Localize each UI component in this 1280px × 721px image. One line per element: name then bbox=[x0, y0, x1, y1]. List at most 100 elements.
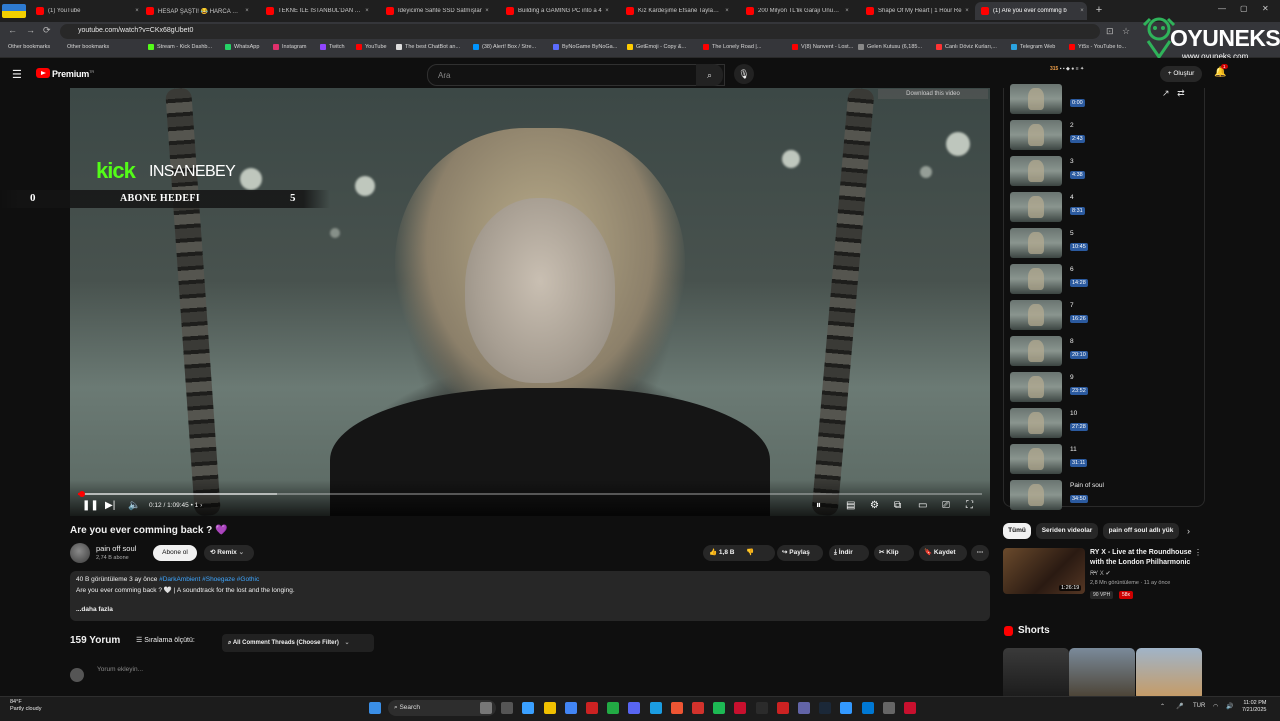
speaker-icon[interactable]: 🔊 bbox=[1226, 703, 1233, 710]
dislike-icon[interactable]: 👎 bbox=[746, 549, 754, 556]
download-button[interactable]: ⤓ İndir bbox=[829, 545, 869, 561]
playlist-item-timestamp[interactable]: 20:10 bbox=[1070, 351, 1088, 359]
taskbar-app-icon[interactable] bbox=[586, 702, 598, 714]
playlist-item[interactable]: 3 4:38 bbox=[1004, 154, 1204, 188]
browser-tab[interactable]: 200 Milyon TL'lik Garajı Unus, H × bbox=[740, 2, 852, 20]
like-count[interactable]: 1,8 B bbox=[719, 549, 735, 556]
bookmark-item[interactable]: WhatsApp bbox=[225, 44, 259, 50]
settings-gear-icon[interactable]: ⚙ bbox=[870, 500, 879, 511]
taskbar-app-icon[interactable] bbox=[882, 702, 895, 714]
wifi-icon[interactable]: ◠ bbox=[1213, 703, 1218, 710]
taskbar-app-icon[interactable] bbox=[861, 702, 874, 714]
youtube-logo-icon[interactable] bbox=[36, 68, 50, 78]
taskbar-app-icon[interactable] bbox=[607, 702, 620, 714]
volume-icon[interactable]: 🔈 bbox=[128, 500, 140, 511]
chip-channel[interactable]: pain off soul adlı yük bbox=[1103, 523, 1179, 539]
playlist-item[interactable]: 10 27:28 bbox=[1004, 406, 1204, 440]
fullscreen-icon[interactable]: ⛶ bbox=[966, 500, 973, 511]
bookmark-item[interactable]: YouTube bbox=[356, 44, 387, 50]
browser-tab[interactable]: Building a GAMING PC into a 4 × bbox=[500, 2, 612, 20]
bookmark-item[interactable]: The Lonely Road |... bbox=[703, 44, 761, 50]
playlist-item[interactable]: 2 2:43 bbox=[1004, 118, 1204, 152]
browser-tab[interactable]: (1) YouTube × bbox=[30, 2, 142, 20]
taskbar-app-icon[interactable] bbox=[798, 702, 810, 714]
taskbar-app-icon[interactable] bbox=[840, 702, 853, 714]
chevron-right-icon[interactable]: › bbox=[1187, 526, 1190, 536]
taskbar-app-icon[interactable] bbox=[564, 702, 577, 714]
chip-series[interactable]: Seriden videolar bbox=[1036, 523, 1098, 539]
new-tab-button[interactable]: + bbox=[1093, 4, 1105, 16]
taskbar-app-icon[interactable] bbox=[628, 702, 641, 714]
playlist-item-timestamp[interactable]: 0:00 bbox=[1070, 99, 1085, 107]
loop-icon[interactable]: ⇄ bbox=[1177, 88, 1185, 98]
show-more-link[interactable]: ...daha fazla bbox=[76, 606, 113, 613]
playlist-item-timestamp[interactable]: 16:26 bbox=[1070, 315, 1088, 323]
install-icon[interactable]: ⊡ bbox=[1106, 26, 1114, 37]
remix-button[interactable]: ⟲ Remix ⌄ bbox=[204, 545, 254, 561]
close-tab-icon[interactable]: × bbox=[962, 8, 972, 14]
pause-icon[interactable]: ❚❚ bbox=[82, 500, 99, 511]
share-icon[interactable]: ↗ bbox=[1162, 88, 1170, 98]
close-tab-icon[interactable]: × bbox=[1077, 8, 1087, 14]
forward-icon[interactable]: → bbox=[26, 25, 35, 35]
voice-search-button[interactable]: 🎙 bbox=[734, 64, 754, 84]
playlist-item[interactable]: 4 8:31 bbox=[1004, 190, 1204, 224]
language-indicator[interactable]: TUR bbox=[1193, 703, 1205, 709]
playlist-item-timestamp[interactable]: 8:31 bbox=[1070, 207, 1085, 215]
close-tab-icon[interactable]: × bbox=[842, 8, 852, 14]
playlist-item-timestamp[interactable]: 14:28 bbox=[1070, 279, 1088, 287]
theater-mode-icon[interactable]: ▭ bbox=[918, 500, 927, 511]
close-tab-icon[interactable]: × bbox=[482, 8, 492, 14]
cast-icon[interactable]: ⎚ bbox=[942, 500, 950, 511]
bookmark-item[interactable]: Stream - Kick Dashb... bbox=[148, 44, 212, 50]
sort-comments-button[interactable]: ☰ Sıralama ölçütü: bbox=[136, 636, 195, 644]
bookmark-item[interactable]: Telegram Web bbox=[1011, 44, 1055, 50]
playlist-item-timestamp[interactable]: 23:52 bbox=[1070, 387, 1088, 395]
browser-tab[interactable]: Shape Of My Heart | 1 Hour Re × bbox=[860, 2, 972, 20]
taskbar-app-icon[interactable] bbox=[819, 702, 832, 714]
comment-input[interactable]: Yorum ekleyin... bbox=[97, 666, 143, 673]
bookmark-item[interactable]: GetEmoji - Copy &... bbox=[627, 44, 686, 50]
bookmark-item[interactable]: Other bookmarks bbox=[8, 44, 50, 50]
description-hashtags[interactable]: #DarkAmbient #Shoegaze #Gothic bbox=[159, 576, 259, 583]
bookmark-item[interactable]: Gelen Kutusu (6,185... bbox=[858, 44, 922, 50]
close-tab-icon[interactable]: × bbox=[602, 8, 612, 14]
bookmark-item[interactable]: (38) Alert! Box / Stre... bbox=[473, 44, 536, 50]
bookmark-item[interactable]: Canlı Döviz Kurları,... bbox=[936, 44, 997, 50]
taskbar-app-icon[interactable] bbox=[649, 702, 662, 714]
next-video-icon[interactable]: ▶| bbox=[105, 500, 115, 511]
clock[interactable]: 11:02 PM 7/21/2025 bbox=[1242, 700, 1266, 714]
share-button[interactable]: ↪ Paylaş bbox=[777, 545, 823, 561]
bookmark-item[interactable]: V(8) Nanvent - Lost... bbox=[792, 44, 853, 50]
bookmark-item[interactable]: Twitch bbox=[320, 44, 345, 50]
subtitles-icon[interactable]: ▤ bbox=[846, 500, 855, 511]
progress-bar[interactable] bbox=[78, 491, 982, 497]
reload-icon[interactable]: ⟳ bbox=[43, 25, 51, 36]
taskbar-app-icon[interactable] bbox=[904, 702, 916, 714]
browser-tab[interactable]: TEKNE İLE İSTANBUL'DAN ANT × bbox=[260, 2, 372, 20]
hamburger-menu-icon[interactable]: ☰ bbox=[12, 68, 22, 81]
chip-all[interactable]: Tümü bbox=[1003, 523, 1031, 539]
bookmark-item[interactable]: Other bookmarks bbox=[67, 44, 109, 50]
weather-widget[interactable]: 84°F Partly cloudy bbox=[10, 699, 42, 713]
taskbar-app-icon[interactable] bbox=[480, 702, 492, 714]
like-icon[interactable]: 👍 bbox=[709, 549, 717, 556]
close-window-icon[interactable]: ✕ bbox=[1262, 4, 1269, 13]
tray-chevron-icon[interactable]: ⌃ bbox=[1160, 703, 1165, 710]
bookmark-item[interactable]: Yt5s - YouTube to... bbox=[1069, 44, 1126, 50]
channel-name[interactable]: pain off soul bbox=[96, 544, 136, 553]
playlist-item-timestamp[interactable]: 10:45 bbox=[1070, 243, 1088, 251]
taskbar-app-icon[interactable] bbox=[543, 702, 556, 714]
youtube-premium-logo[interactable]: PremiumTR bbox=[52, 69, 94, 79]
playlist-item[interactable]: 7 16:26 bbox=[1004, 298, 1204, 332]
video-player[interactable] bbox=[70, 88, 990, 516]
close-tab-icon[interactable]: × bbox=[362, 8, 372, 14]
playlist-item[interactable]: 6 14:28 bbox=[1004, 262, 1204, 296]
taskbar-app-icon[interactable] bbox=[713, 702, 726, 714]
browser-tab[interactable]: HESAP ŞAŞTI! 😂 HARCA HARC × bbox=[140, 2, 252, 20]
more-actions-icon[interactable]: ⋯ bbox=[971, 545, 989, 561]
miniplayer-icon[interactable]: ⧉ bbox=[894, 500, 901, 511]
comment-filter-dropdown[interactable]: ⌕ All Comment Threads (Choose Filter) ⌄ bbox=[222, 634, 374, 652]
autoplay-toggle-icon[interactable]: ⏸ bbox=[816, 500, 821, 511]
bookmark-item[interactable]: ByNoGame ByNoGa... bbox=[553, 44, 617, 50]
